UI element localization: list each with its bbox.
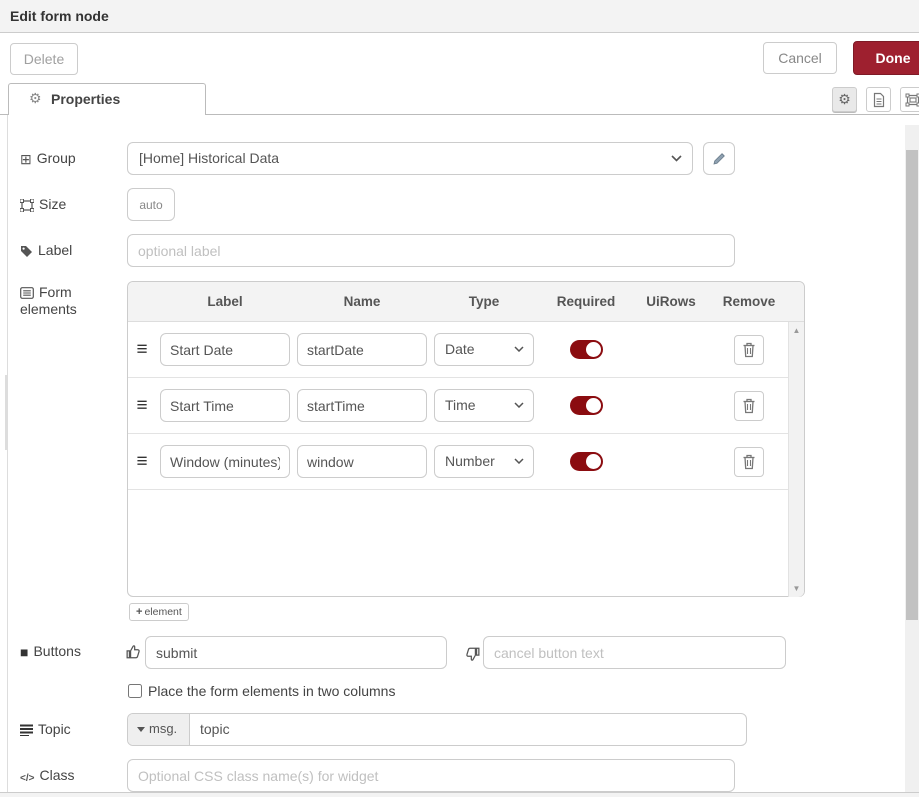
chevron-down-icon <box>514 346 524 352</box>
size-auto-button[interactable]: auto <box>127 188 175 221</box>
form-elements-scrollbar[interactable]: ▲ ▼ <box>788 322 804 597</box>
two-columns-label[interactable]: Place the form elements in two columns <box>148 683 395 699</box>
col-label: Label <box>156 294 294 309</box>
dialog-header: Edit form node <box>0 0 919 33</box>
topic-type-label: msg. <box>149 721 177 736</box>
toggle-knob <box>586 454 601 469</box>
toggle-knob <box>586 398 601 413</box>
form-elements-header: Label Name Type Required UiRows Remove <box>128 282 804 322</box>
label-input[interactable] <box>127 234 735 267</box>
thumbs-up-icon <box>126 644 142 660</box>
caret-down-icon <box>137 727 145 732</box>
remove-element-button[interactable] <box>734 447 764 477</box>
size-field-label: Size <box>20 196 66 213</box>
form-element-row: ≡ Number <box>128 434 788 490</box>
edit-properties-button[interactable]: ⚙ <box>832 87 857 112</box>
element-name-input[interactable] <box>297 333 427 366</box>
col-remove: Remove <box>708 294 790 309</box>
page-scrollbar-thumb[interactable] <box>906 150 918 620</box>
submit-button-input[interactable] <box>145 636 447 669</box>
topic-type-button[interactable]: msg. <box>128 714 190 745</box>
element-name-input[interactable] <box>297 389 427 422</box>
drag-handle-icon[interactable]: ≡ <box>136 339 147 361</box>
col-uirows: UiRows <box>634 294 708 309</box>
chevron-down-icon <box>514 402 524 408</box>
dialog-footer <box>0 792 919 797</box>
object-group-icon <box>20 197 34 213</box>
chevron-down-icon <box>671 155 682 162</box>
page-scrollbar[interactable] <box>905 125 919 792</box>
element-type-select[interactable]: Date <box>434 333 534 366</box>
tag-icon <box>20 243 33 259</box>
code-icon: </> <box>20 773 34 784</box>
col-name: Name <box>294 294 430 309</box>
element-name-input[interactable] <box>297 445 427 478</box>
buttons-field-label: ■Buttons <box>20 643 81 660</box>
thumbs-down-icon <box>464 646 480 662</box>
scroll-up-icon[interactable]: ▲ <box>789 326 804 335</box>
description-button[interactable] <box>866 87 891 112</box>
scroll-down-icon[interactable]: ▼ <box>789 584 804 593</box>
form-elements-table: Label Name Type Required UiRows Remove ≡… <box>127 281 805 597</box>
group-field-label: ⊞Group <box>20 150 76 168</box>
required-toggle[interactable] <box>570 452 603 471</box>
toggle-knob <box>586 342 601 357</box>
gutter-grip[interactable] <box>5 375 8 450</box>
two-columns-checkbox[interactable] <box>128 684 142 698</box>
topic-value[interactable]: topic <box>200 721 230 737</box>
class-field-label: </>Class <box>20 767 74 784</box>
cancel-button-input[interactable] <box>483 636 786 669</box>
col-type: Type <box>430 294 538 309</box>
element-label-input[interactable] <box>160 389 290 422</box>
edit-group-button[interactable] <box>703 142 735 175</box>
form-elements-list: ≡ Date <box>128 322 788 597</box>
drag-handle-icon[interactable]: ≡ <box>136 395 147 417</box>
tab-properties[interactable]: ⚙ Properties <box>8 83 206 115</box>
chevron-down-icon <box>514 458 524 464</box>
plus-icon: + <box>136 606 142 618</box>
align-lines-icon <box>20 722 33 738</box>
element-label-input[interactable] <box>160 333 290 366</box>
element-label-input[interactable] <box>160 445 290 478</box>
gear-icon: ⚙ <box>838 91 851 107</box>
gear-icon: ⚙ <box>29 90 42 107</box>
form-element-row: ≡ Time <box>128 378 788 434</box>
list-alt-icon <box>20 285 34 301</box>
required-toggle[interactable] <box>570 340 603 359</box>
tab-properties-label: Properties <box>51 91 120 107</box>
remove-element-button[interactable] <box>734 335 764 365</box>
topic-typed-input: msg. topic <box>127 713 747 746</box>
dialog-title: Edit form node <box>10 0 109 32</box>
group-select[interactable]: [Home] Historical Data <box>127 142 693 175</box>
cancel-button[interactable]: Cancel <box>763 42 837 74</box>
remove-element-button[interactable] <box>734 391 764 421</box>
edit-form-node-dialog: Edit form node Delete Cancel Done ⚙ Prop… <box>0 0 919 797</box>
add-element-button[interactable]: +element <box>129 603 189 621</box>
trash-icon <box>742 342 756 358</box>
element-type-select[interactable]: Time <box>434 389 534 422</box>
label-field-label: Label <box>20 242 72 259</box>
required-toggle[interactable] <box>570 396 603 415</box>
tab-bar: ⚙ Properties ⚙ <box>0 83 919 115</box>
col-required: Required <box>538 294 634 309</box>
square-icon: ■ <box>20 644 28 660</box>
form-element-row: ≡ Date <box>128 322 788 378</box>
element-type-select[interactable]: Number <box>434 445 534 478</box>
trash-icon <box>742 454 756 470</box>
form-elements-field-label: Form elements <box>20 284 77 317</box>
drag-handle-icon[interactable]: ≡ <box>136 451 147 473</box>
class-input[interactable] <box>127 759 735 792</box>
action-button-bar: Delete Cancel Done <box>0 33 919 83</box>
delete-button[interactable]: Delete <box>10 43 78 75</box>
appearance-button[interactable] <box>900 87 919 112</box>
topic-field-label: Topic <box>20 721 71 738</box>
trash-icon <box>742 398 756 414</box>
group-select-value: [Home] Historical Data <box>139 150 279 166</box>
table-icon: ⊞ <box>20 151 32 168</box>
left-gutter <box>0 115 8 792</box>
done-button[interactable]: Done <box>853 41 919 75</box>
